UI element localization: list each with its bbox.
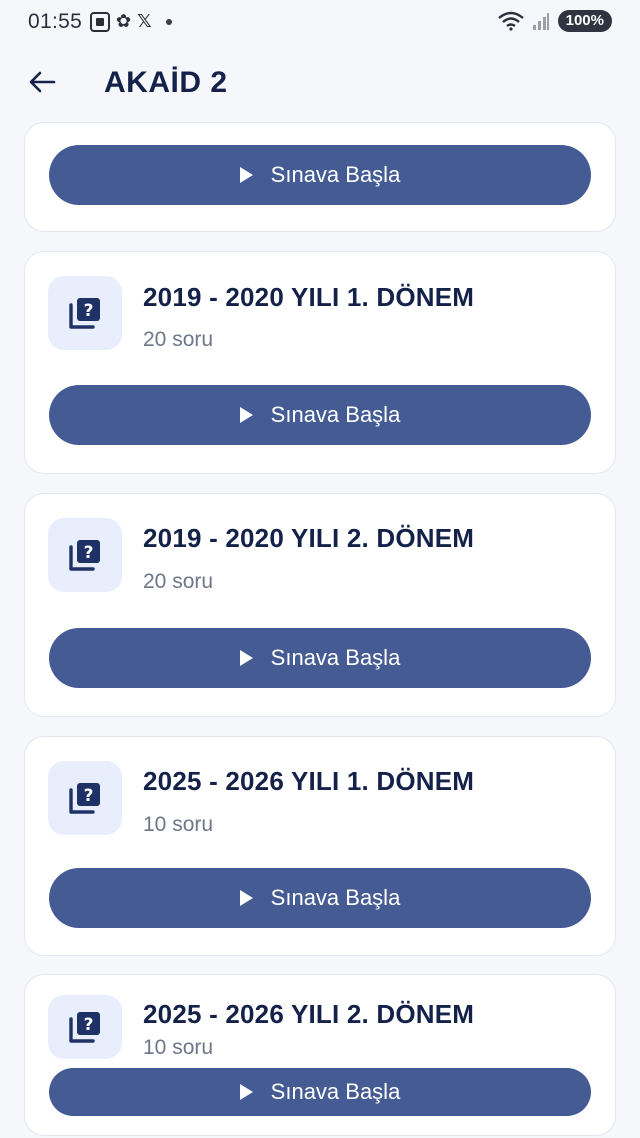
back-button[interactable] (24, 64, 60, 100)
x-logo-icon: 𝕏 (137, 11, 152, 31)
play-icon (239, 1084, 253, 1100)
svg-text:?: ? (84, 301, 94, 321)
svg-text:?: ? (84, 1015, 94, 1035)
question-count: 20 soru (143, 328, 214, 351)
app-bar: AKAİD 2 (0, 44, 640, 118)
exam-card: ? 2025 - 2026 YILI 1. DÖNEM 10 soru Sına… (24, 736, 616, 956)
play-icon (239, 167, 253, 183)
exam-card: ? 2019 - 2020 YILI 1. DÖNEM 20 soru Sına… (24, 251, 616, 474)
svg-text:?: ? (84, 786, 94, 806)
exam-card: Sınava Başla (24, 122, 616, 232)
exam-title: 2025 - 2026 YILI 2. DÖNEM (143, 999, 475, 1029)
status-time: 01:55 (28, 10, 83, 33)
quiz-icon: ? (69, 540, 100, 571)
exam-card: ? 2025 - 2026 YILI 2. DÖNEM 10 soru Sına… (24, 974, 616, 1136)
start-exam-label: Sınava Başla (270, 402, 401, 427)
question-count: 10 soru (143, 1036, 214, 1059)
wifi-icon (497, 11, 524, 31)
question-count: 20 soru (143, 570, 214, 593)
quiz-icon: ? (69, 783, 100, 814)
quiz-icon-tile: ? (48, 276, 122, 350)
play-icon (239, 407, 253, 423)
exam-title: 2019 - 2020 YILI 1. DÖNEM (143, 282, 475, 312)
quiz-icon-tile: ? (48, 518, 122, 592)
start-exam-button[interactable]: Sınava Başla (49, 628, 591, 688)
exam-title: 2025 - 2026 YILI 1. DÖNEM (143, 766, 475, 796)
svg-text:?: ? (84, 543, 94, 563)
battery-indicator: 100% (557, 10, 612, 32)
exam-card: ? 2019 - 2020 YILI 2. DÖNEM 20 soru Sına… (24, 493, 616, 717)
quiz-icon-tile: ? (48, 995, 122, 1059)
quiz-icon: ? (69, 1012, 100, 1043)
notification-icons: ✿ 𝕏 (90, 11, 172, 32)
start-exam-label: Sınava Başla (270, 1079, 401, 1104)
status-bar: 01:55 ✿ 𝕏 100% (0, 0, 640, 44)
openai-icon: ✿ (116, 11, 132, 31)
screenshot-icon (90, 11, 110, 32)
exam-title: 2019 - 2020 YILI 2. DÖNEM (143, 523, 475, 553)
quiz-icon: ? (69, 298, 100, 329)
quiz-icon-tile: ? (48, 761, 122, 835)
start-exam-button[interactable]: Sınava Başla (49, 145, 591, 205)
start-exam-button[interactable]: Sınava Başla (49, 868, 591, 928)
start-exam-label: Sınava Başla (270, 645, 401, 670)
signal-icon (532, 13, 549, 30)
play-icon (239, 650, 253, 666)
page-title: AKAİD 2 (104, 66, 228, 99)
arrow-back-icon (29, 71, 56, 93)
start-exam-label: Sınava Başla (270, 162, 401, 187)
system-icons: 100% (497, 10, 612, 32)
play-icon (239, 890, 253, 906)
start-exam-button[interactable]: Sınava Başla (49, 1068, 591, 1116)
start-exam-button[interactable]: Sınava Başla (49, 385, 591, 445)
start-exam-label: Sınava Başla (270, 885, 401, 910)
more-notifications-icon (165, 18, 172, 25)
question-count: 10 soru (143, 813, 214, 836)
